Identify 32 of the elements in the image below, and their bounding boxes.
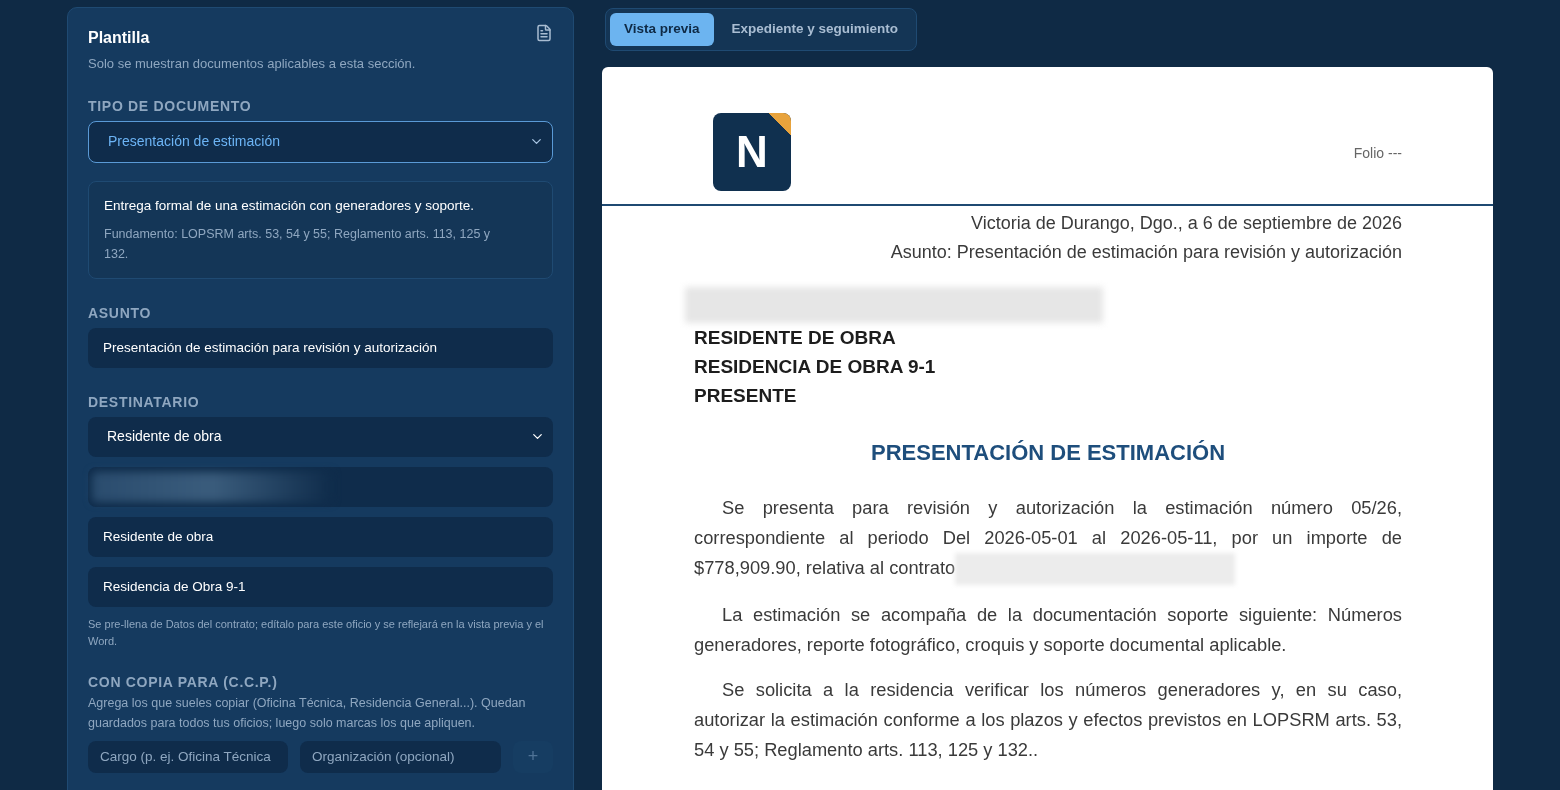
cc-help-text: Agrega los que sueles copiar (Oficina Técnica, Residencia General...). Quedan guardados para todos tus oficios; luego solo marcas los que apliquen. <box>88 694 527 732</box>
body-paragraph: La estimación se acompaña de la documentación soporte siguiente: Números generadores, reporte fotográfico, croquis y soporte documental aplicable. <box>694 603 1402 658</box>
subject-field[interactable]: Presentación de estimación para revisión y autorización <box>88 327 553 368</box>
addressee-line: RESIDENCIA DE OBRA 9-1 <box>694 355 937 379</box>
tab[interactable]: Vista previa <box>610 13 714 46</box>
document-type-select[interactable]: Presentación de estimación <box>88 120 553 163</box>
role-input[interactable]: Cargo (p. ej. Oficina Técnica <box>88 740 288 773</box>
organization-input[interactable]: Organización (opcional) <box>300 740 501 773</box>
addressee-line: PRESENTE <box>694 384 798 408</box>
document-heading: PRESENTACIÓN DE ESTIMACIÓN <box>869 439 1227 467</box>
redacted-field[interactable] <box>88 466 553 507</box>
help-text: Se pre-llena de Datos del contrato; edítalo para este oficio y se reflejará en la vista previa y el Word. <box>88 616 545 649</box>
panel-subtitle: Solo se muestran documentos aplicables a esta sección. <box>88 55 417 73</box>
recipient-field[interactable]: Residente de obra <box>88 516 553 557</box>
place-date: Victoria de Durango, Dgo., a 6 de septiembre de 2026 <box>970 212 1402 235</box>
recipient-field[interactable]: Residencia de Obra 9-1 <box>88 566 553 607</box>
body-paragraph: Se presenta para revisión y autorización la estimación número 05/26, correspondiente al periodo Del 2026-05-01 al 2026-05-11, por un importe de $778,909.90, relativa al contrato <box>694 493 1402 586</box>
tab[interactable]: Expediente y seguimiento <box>717 13 913 46</box>
subject-line: Asunto: Presentación de estimación para revisión y autorización <box>889 241 1402 264</box>
logo-letter: N <box>736 126 768 178</box>
section-label: TIPO DE DOCUMENTO <box>88 96 253 116</box>
panel-title: Plantilla <box>88 28 150 48</box>
section-label: CON COPIA PARA (C.C.P.) <box>88 672 279 692</box>
addressee-line: RESIDENTE DE OBRA <box>694 326 897 350</box>
document-icon[interactable] <box>535 24 553 42</box>
body-paragraph: Se solicita a la residencia verificar los números generadores y, en su caso, autorizar la estimación conforme a los plazos y efectos previstos en LOPSRM arts. 53, 54 y 55; Reglamento arts. 113, 125 y 132.. <box>694 678 1402 763</box>
section-label: DESTINATARIO <box>88 392 201 412</box>
description-summary: Entrega formal de una estimación con generadores y soporte. <box>104 196 475 215</box>
recipient-select[interactable]: Residente de obra <box>88 416 553 457</box>
legal-basis-text: Fundamento: LOPSRM arts. 53, 54 y 55; Reglamento arts. 113, 125 y 132. <box>104 225 492 263</box>
folio-text: Folio --- <box>1353 144 1402 163</box>
section-label: ASUNTO <box>88 303 153 323</box>
